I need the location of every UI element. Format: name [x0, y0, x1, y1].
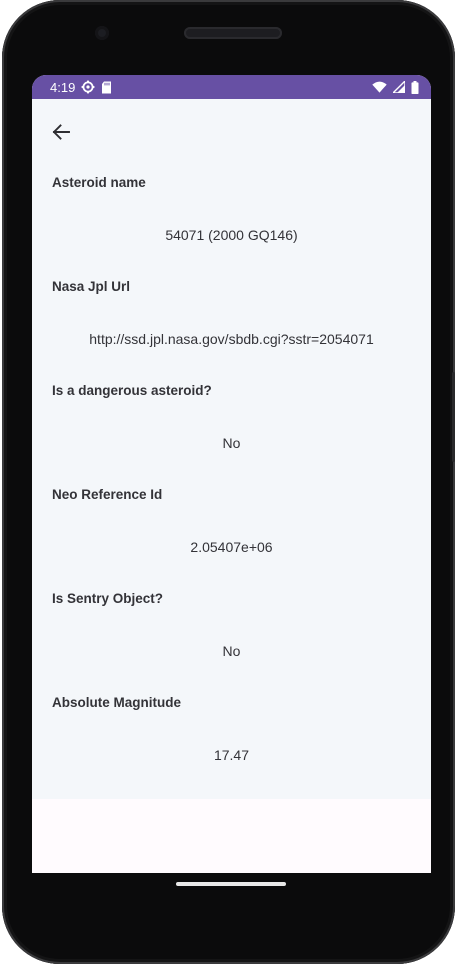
field-label: Is a dangerous asteroid?: [52, 383, 212, 398]
field-label: Asteroid name: [52, 175, 146, 190]
field-value: No: [222, 643, 241, 659]
wifi-icon: [372, 81, 387, 93]
status-right: [372, 80, 419, 94]
earpiece-speaker: [184, 27, 282, 39]
battery-icon: [411, 80, 419, 94]
front-camera: [95, 26, 109, 40]
arrow-back-icon: [52, 124, 70, 140]
field-value: 2.05407e+06: [190, 539, 273, 555]
signal-icon: [393, 81, 405, 93]
field-value: 54071 (2000 GQ146): [165, 227, 298, 243]
phone-frame: 4:19 Asteroid name 54071 (2000 GQ146) Na…: [2, 0, 455, 964]
field-absolute-magnitude: Absolute Magnitude 17.47: [32, 685, 431, 789]
field-value: No: [222, 435, 241, 451]
status-bar: 4:19: [32, 75, 431, 99]
field-nasa-jpl-url: Nasa Jpl Url http://ssd.jpl.nasa.gov/sbd…: [32, 269, 431, 373]
field-label: Absolute Magnitude: [52, 695, 181, 710]
field-value: 17.47: [213, 747, 250, 763]
top-app-bar: [32, 99, 431, 165]
field-neo-reference-id: Neo Reference Id 2.05407e+06: [32, 477, 431, 581]
screen: 4:19 Asteroid name 54071 (2000 GQ146) Na…: [32, 75, 431, 873]
field-dangerous: Is a dangerous asteroid? No: [32, 373, 431, 477]
home-gesture-bar[interactable]: [176, 882, 286, 886]
gear-icon: [81, 80, 95, 94]
field-asteroid-name: Asteroid name 54071 (2000 GQ146): [32, 165, 431, 269]
back-button[interactable]: [48, 119, 74, 145]
status-left: 4:19: [50, 80, 112, 95]
asteroid-detail-content: Asteroid name 54071 (2000 GQ146) Nasa Jp…: [32, 99, 431, 799]
field-value: http://ssd.jpl.nasa.gov/sbdb.cgi?sstr=20…: [89, 331, 374, 347]
sd-card-icon: [101, 81, 112, 94]
field-label: Neo Reference Id: [52, 487, 163, 502]
field-label: Is Sentry Object?: [52, 591, 164, 606]
status-time: 4:19: [50, 79, 76, 95]
field-sentry-object: Is Sentry Object? No: [32, 581, 431, 685]
field-label: Nasa Jpl Url: [52, 279, 131, 294]
power-button: [452, 372, 455, 462]
